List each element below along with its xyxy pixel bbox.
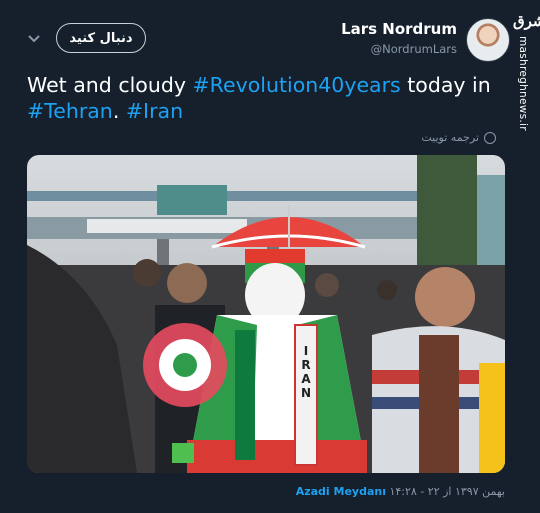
timestamp[interactable]: ۱۴:۲۸ - ۲۲ بهمن ۱۳۹۷ از — [389, 485, 505, 498]
user-handle[interactable]: @NordrumLars — [371, 42, 457, 56]
tweet-meta: Azadi Meydanı ۱۴:۲۸ - ۲۲ بهمن ۱۳۹۷ از — [296, 485, 505, 498]
hashtag-link[interactable]: #Revolution40years — [192, 73, 400, 97]
location-link[interactable]: Azadi Meydanı — [296, 485, 386, 498]
svg-text:R: R — [301, 358, 310, 372]
tweet-text: Wet and cloudy #Revolution40years today … — [27, 72, 507, 124]
hashtag-link[interactable]: #Iran — [126, 99, 183, 123]
svg-text:N: N — [301, 386, 311, 400]
watermark: مشرق mashreghnews.ir — [511, 12, 540, 131]
hashtag-link[interactable]: #Tehran — [27, 99, 113, 123]
display-name[interactable]: Lars Nordrum — [341, 20, 457, 38]
tweet-text-part: . — [112, 99, 126, 123]
svg-text:A: A — [301, 372, 311, 386]
chevron-down-icon[interactable] — [26, 33, 42, 45]
svg-text:I: I — [304, 344, 308, 358]
watermark-site: mashreghnews.ir — [517, 36, 529, 131]
translate-label: ترجمه توییت — [421, 131, 479, 144]
tweet-photo[interactable]: I R A N — [27, 155, 505, 473]
tweet-text-part: Wet and cloudy — [27, 73, 193, 97]
tweet-text-part: today in — [400, 73, 491, 97]
avatar[interactable] — [466, 18, 510, 62]
translate-tweet-link[interactable]: ترجمه توییت — [421, 131, 496, 144]
globe-icon — [484, 131, 496, 144]
watermark-logo: مشرق — [513, 12, 540, 30]
photo-scene: I R A N — [27, 155, 505, 473]
follow-button[interactable]: دنبال کنید — [56, 23, 146, 53]
